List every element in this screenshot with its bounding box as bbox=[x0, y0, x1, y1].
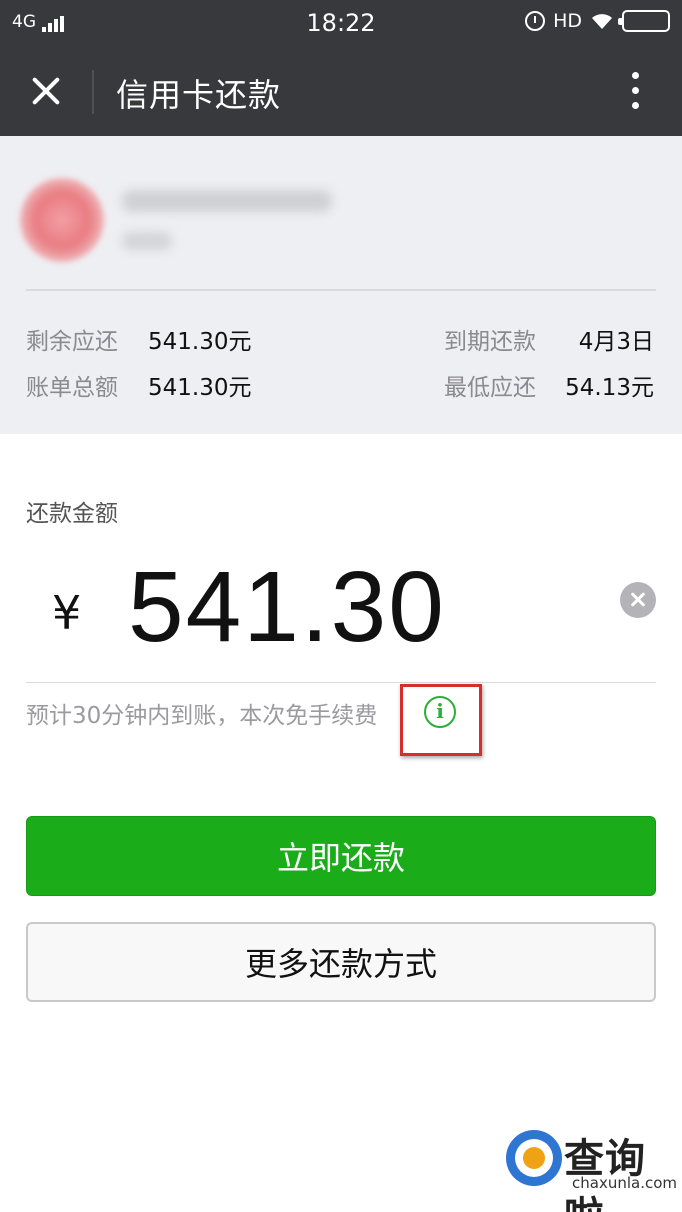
amount-label: 还款金额 bbox=[26, 501, 118, 527]
min-payment-value: 54.13元 bbox=[565, 375, 654, 401]
wifi-icon bbox=[592, 14, 612, 29]
bank-name-redacted bbox=[122, 190, 332, 212]
watermark-url: chaxunla.com bbox=[572, 1174, 677, 1192]
bill-total-label: 账单总额 bbox=[26, 375, 118, 401]
alarm-icon bbox=[525, 11, 546, 31]
remaining-value: 541.30元 bbox=[148, 329, 252, 355]
currency-symbol: ¥ bbox=[52, 586, 82, 640]
clear-icon[interactable] bbox=[620, 582, 656, 618]
remaining-label: 剩余应还 bbox=[26, 329, 118, 355]
card-number-redacted bbox=[122, 232, 172, 250]
arrival-hint: 预计30分钟内到账，本次免手续费 bbox=[26, 703, 378, 729]
summary-divider bbox=[26, 289, 656, 291]
amount-input[interactable]: 541.30 bbox=[128, 550, 446, 665]
close-icon[interactable] bbox=[26, 71, 66, 111]
min-payment-label: 最低应还 bbox=[444, 375, 536, 401]
nav-bar: 信用卡还款 bbox=[0, 46, 682, 136]
status-indicators: HD bbox=[525, 10, 670, 32]
amount-divider bbox=[26, 682, 656, 683]
page-title: 信用卡还款 bbox=[116, 76, 282, 114]
battery-icon bbox=[618, 10, 670, 32]
status-bar: 4G 18:22 HD bbox=[0, 0, 682, 46]
due-date-value: 4月3日 bbox=[578, 329, 654, 355]
watermark-logo-icon bbox=[506, 1130, 562, 1186]
highlight-annotation bbox=[400, 684, 482, 756]
nav-divider bbox=[92, 70, 94, 114]
bank-logo bbox=[20, 178, 104, 262]
more-payment-methods-button[interactable]: 更多还款方式 bbox=[26, 922, 656, 1002]
watermark: 查询啦 chaxunla.com bbox=[506, 1124, 682, 1212]
watermark-title: 查询啦 bbox=[564, 1136, 646, 1212]
bill-summary: 剩余应还 541.30元 到期还款 4月3日 账单总额 541.30元 最低应还… bbox=[0, 136, 682, 434]
pay-now-button[interactable]: 立即还款 bbox=[26, 816, 656, 896]
hd-indicator: HD bbox=[553, 10, 582, 32]
bill-total-value: 541.30元 bbox=[148, 375, 252, 401]
more-icon[interactable] bbox=[630, 72, 640, 112]
due-date-label: 到期还款 bbox=[444, 329, 536, 355]
